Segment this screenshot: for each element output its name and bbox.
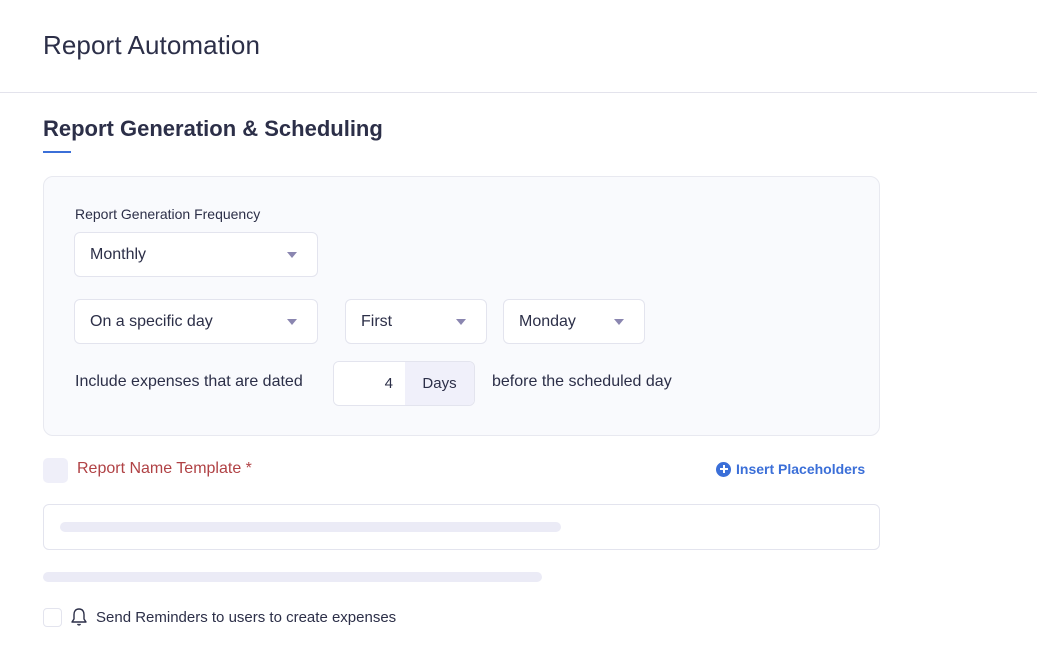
loading-skeleton-bar [43,572,542,582]
send-reminders-checkbox[interactable] [43,607,62,627]
chevron-down-icon [456,319,466,325]
day-mode-select[interactable]: On a specific day [74,299,318,344]
days-unit-label: Days [405,362,474,405]
chevron-down-icon [287,319,297,325]
include-expenses-suffix: before the scheduled day [492,373,672,390]
ordinal-select-value: First [361,312,393,330]
insert-placeholders-button[interactable]: Insert Placeholders [716,461,865,477]
chevron-down-icon [614,319,624,325]
days-input-group: Days [333,361,475,406]
report-name-label: Report Name Template * [77,460,252,477]
chevron-down-icon [287,252,297,258]
frequency-label: Report Generation Frequency [75,206,261,222]
section-title: Report Generation & Scheduling [43,116,383,141]
day-mode-select-value: On a specific day [90,312,213,330]
page-header: Report Automation [0,0,1037,93]
section-underline [43,151,71,153]
send-reminders-row: Send Reminders to users to create expens… [43,607,396,627]
weekday-select[interactable]: Monday [503,299,645,344]
days-input[interactable] [334,362,405,405]
bell-icon [69,607,89,627]
frequency-card: Report Generation Frequency Monthly On a… [43,176,880,436]
ordinal-select[interactable]: First [345,299,487,344]
loading-placeholder-icon [43,458,68,483]
loading-skeleton-bar [60,522,561,532]
frequency-select[interactable]: Monthly [74,232,318,277]
plus-circle-icon [716,461,731,477]
include-expenses-prefix: Include expenses that are dated [75,373,303,390]
page-title: Report Automation [43,30,261,60]
insert-placeholders-label: Insert Placeholders [736,461,866,477]
report-name-template-input[interactable] [43,504,880,550]
frequency-select-value: Monthly [90,245,147,263]
send-reminders-label: Send Reminders to users to create expens… [96,608,397,626]
weekday-select-value: Monday [519,312,576,330]
